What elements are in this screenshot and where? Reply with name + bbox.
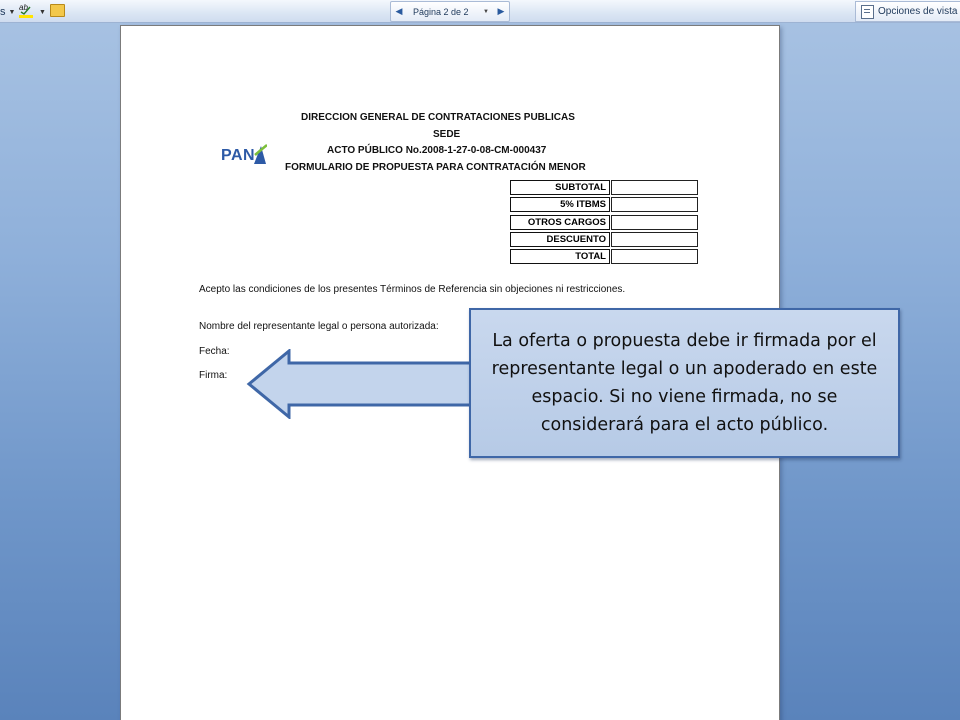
totals-label: OTROS CARGOS [510,214,610,230]
acceptance-text: Acepto las condiciones de los presentes … [199,284,626,295]
totals-label: 5% ITBMS [510,197,610,213]
toolbar-cut-off-button[interactable]: s ▼ [0,2,15,22]
totals-value-field[interactable] [611,214,698,230]
view-options-label: Opciones de vista [878,6,958,17]
totals-label: TOTAL [510,249,610,265]
chevron-down-icon[interactable]: ▼ [483,9,489,15]
callout-text: La oferta o propuesta debe ir firmada po… [491,331,878,435]
totals-value-field[interactable] [611,231,698,247]
view-options-button[interactable]: Opciones de vista [855,1,960,22]
toolbar: s ▼ ab ▼ ◀ Página 2 de 2 ▼ ▶ Opciones de… [0,0,960,23]
callout-box: La oferta o propuesta debe ir firmada po… [469,308,900,458]
spelling-grammar-icon[interactable]: ab [18,1,34,19]
callout-arrow-icon [246,349,473,419]
signature-label: Firma: [199,370,228,381]
folder-icon[interactable] [50,4,65,17]
triangle-right-icon[interactable]: ▶ [493,2,509,21]
totals-label: SUBTOTAL [510,180,610,195]
spelling-options-dropdown[interactable]: ▼ [36,2,46,22]
triangle-left-icon[interactable]: ◀ [391,2,407,21]
totals-value-field[interactable] [611,249,698,265]
chevron-down-icon: ▼ [8,8,16,16]
header-line-2: SEDE [433,129,461,140]
header-line-4: FORMULARIO DE PROPUESTA PARA CONTRATACIÓ… [285,162,586,173]
page-navigator: ◀ Página 2 de 2 ▼ ▶ [390,1,510,22]
representative-label: Nombre del representante legal o persona… [199,321,439,332]
totals-label: DESCUENTO [510,231,610,247]
logo-text: PAN [221,147,256,164]
totals-value-field[interactable] [611,197,698,213]
toolbar-cut-off-label: s [0,6,6,18]
logo: PAN [221,143,268,165]
view-options-icon [861,4,874,19]
header-line-1: DIRECCION GENERAL DE CONTRATACIONES PUBL… [301,112,575,123]
header-line-3: ACTO PÚBLICO No.2008-1-27-0-08-CM-000437 [327,145,547,156]
chevron-down-icon: ▼ [39,8,46,16]
page-indicator[interactable]: Página 2 de 2 [407,7,483,17]
logo-mark-icon [254,144,268,164]
date-label: Fecha: [199,346,230,357]
totals-value-field[interactable] [611,180,698,195]
